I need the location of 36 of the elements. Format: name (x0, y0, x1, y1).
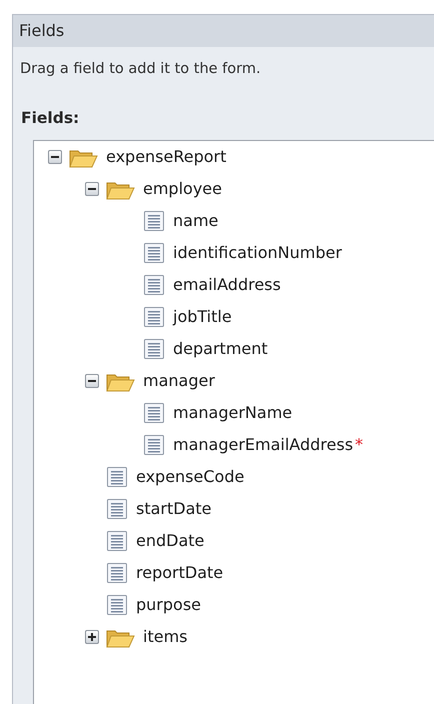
field-icon (143, 434, 165, 456)
field-icon (106, 562, 128, 584)
collapse-icon[interactable] (85, 182, 99, 196)
group-name[interactable]: employee (143, 177, 222, 201)
field-icon (143, 402, 165, 424)
fields-label: Fields: (20, 108, 80, 129)
field-name[interactable]: expenseCode (136, 465, 244, 489)
field-icon (143, 338, 165, 360)
group-name[interactable]: manager (143, 369, 215, 393)
field-icon (106, 530, 128, 552)
field-name[interactable]: purpose (136, 593, 201, 617)
field-name[interactable]: startDate (136, 497, 212, 521)
panel-title: Fields (13, 15, 434, 47)
group-name[interactable]: items (143, 625, 188, 649)
required-mark: * (355, 434, 364, 456)
instruction-text: Drag a field to add it to the form. (19, 60, 262, 79)
field-icon (106, 498, 128, 520)
field-name[interactable]: identificationNumber (173, 241, 342, 265)
field-name[interactable]: jobTitle (173, 305, 232, 329)
field-name[interactable]: emailAddress (173, 273, 281, 297)
field-name[interactable]: endDate (136, 529, 204, 553)
field-icon (143, 274, 165, 296)
field-name[interactable]: managerName (173, 401, 292, 425)
field-name[interactable]: name (173, 209, 218, 233)
field-icon (143, 242, 165, 264)
field-name[interactable]: reportDate (136, 561, 224, 585)
collapse-icon[interactable] (85, 374, 99, 388)
field-name[interactable]: managerEmailAddress (173, 433, 354, 457)
field-icon (143, 306, 165, 328)
field-name[interactable]: department (173, 337, 268, 361)
field-icon (106, 466, 128, 488)
field-icon (106, 594, 128, 616)
expand-icon[interactable] (85, 630, 99, 644)
field-icon (143, 210, 165, 232)
collapse-icon[interactable] (48, 150, 62, 164)
group-name[interactable]: expenseReport (106, 145, 226, 169)
